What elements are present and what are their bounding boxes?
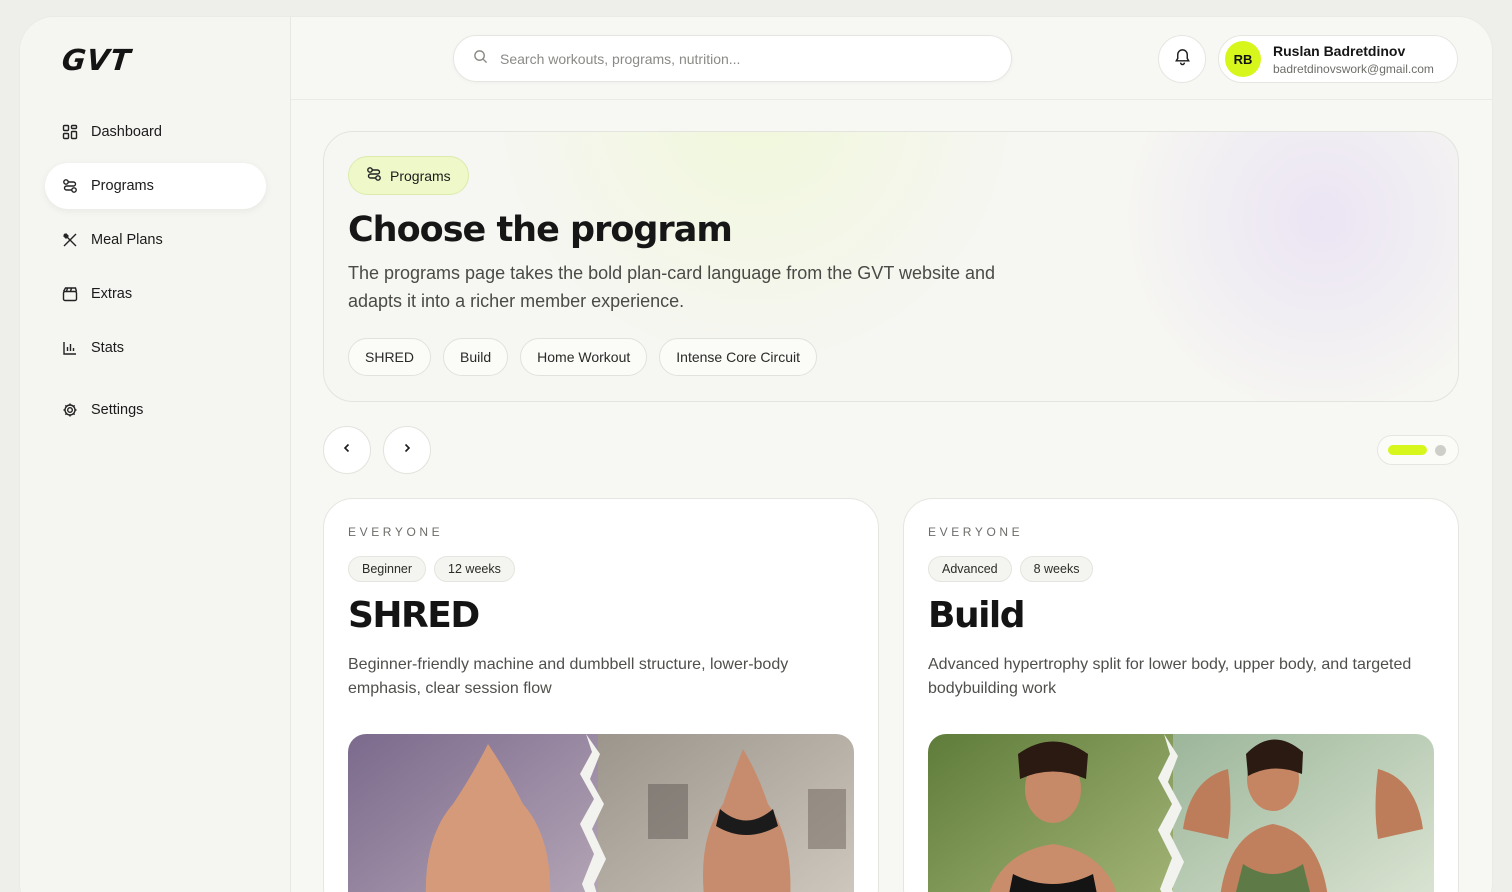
carousel-pagination (1377, 435, 1459, 465)
sidebar-item-label: Settings (91, 402, 144, 418)
sidebar-item-label: Extras (91, 286, 133, 302)
chevron-left-icon (341, 441, 353, 459)
programs-icon (62, 178, 78, 194)
grid-icon (62, 124, 78, 140)
page-description: The programs page takes the bold plan-ca… (348, 263, 996, 311)
top-bar: RB Ruslan Badretdinov badretdinovswork@g… (291, 17, 1492, 100)
chip-shred[interactable]: SHRED (348, 338, 432, 376)
brand-logo[interactable]: GVT (60, 43, 133, 77)
sidebar-item-label: Stats (91, 340, 125, 356)
program-card-shred[interactable]: EVERYONE Beginner 12 weeks SHRED Beginne… (323, 498, 879, 892)
bar-chart-icon (62, 340, 78, 356)
clapperboard-icon (62, 286, 78, 302)
user-info: Ruslan Badretdinov badretdinovswork@gmai… (1273, 43, 1434, 76)
user-name: Ruslan Badretdinov (1273, 42, 1406, 59)
program-description: Advanced hypertrophy split for lower bod… (928, 656, 1412, 697)
pagination-dot-active[interactable] (1388, 445, 1427, 455)
chip-home-workout[interactable]: Home Workout (520, 338, 648, 376)
avatar: RB (1225, 41, 1261, 77)
gear-icon (62, 402, 78, 418)
program-tags: Beginner 12 weeks (348, 556, 515, 582)
sidebar-item-label: Programs (91, 178, 154, 194)
chevron-right-icon (401, 441, 413, 459)
level-tag: Beginner (348, 556, 427, 582)
duration-tag: 8 weeks (1019, 556, 1094, 582)
programs-badge-label: Programs (390, 167, 451, 184)
program-title: Build (928, 595, 1026, 636)
chip-build[interactable]: Build (443, 338, 509, 376)
sidebar-item-extras[interactable]: Extras (45, 271, 266, 317)
pagination-dot[interactable] (1435, 444, 1446, 456)
sidebar: GVT Dashboard Programs Meal Plans Extras (20, 17, 291, 892)
chip-intense-core-circuit[interactable]: Intense Core Circuit (659, 338, 817, 376)
utensils-icon (62, 232, 78, 248)
programs-hero: Programs Choose the program The programs… (323, 131, 1459, 402)
user-menu[interactable]: RB Ruslan Badretdinov badretdinovswork@g… (1218, 35, 1458, 83)
level-tag: Advanced (928, 556, 1012, 582)
program-image (348, 734, 854, 892)
programs-icon (366, 166, 382, 185)
page-title: Choose the program (348, 210, 733, 250)
sidebar-item-settings[interactable]: Settings (45, 387, 266, 433)
sidebar-item-programs[interactable]: Programs (45, 163, 266, 209)
notifications-button[interactable] (1158, 35, 1206, 83)
program-audience: EVERYONE (928, 525, 1024, 539)
program-image (928, 734, 1434, 892)
sidebar-item-label: Dashboard (91, 124, 162, 140)
duration-tag: 12 weeks (434, 556, 515, 582)
program-description: Beginner-friendly machine and dumbbell s… (348, 656, 789, 697)
user-email: badretdinovswork@gmail.com (1273, 61, 1434, 76)
search-input[interactable] (500, 50, 1011, 67)
program-title: SHRED (348, 595, 480, 636)
carousel-prev-button[interactable] (323, 426, 371, 474)
program-filter-chips: SHRED Build Home Workout Intense Core Ci… (348, 338, 817, 376)
search-icon (473, 49, 488, 69)
program-card-build[interactable]: EVERYONE Advanced 8 weeks Build Advanced… (903, 498, 1459, 892)
sidebar-item-dashboard[interactable]: Dashboard (45, 109, 266, 155)
bell-icon (1173, 47, 1192, 71)
program-tags: Advanced 8 weeks (928, 556, 1094, 582)
carousel-next-button[interactable] (383, 426, 431, 474)
search-bar[interactable] (453, 35, 1012, 82)
sidebar-item-meal-plans[interactable]: Meal Plans (45, 217, 266, 263)
app-window: GVT Dashboard Programs Meal Plans Extras (20, 17, 1492, 892)
program-audience: EVERYONE (348, 525, 444, 539)
programs-badge: Programs (348, 156, 469, 195)
sidebar-item-stats[interactable]: Stats (45, 325, 266, 371)
sidebar-item-label: Meal Plans (91, 232, 163, 248)
